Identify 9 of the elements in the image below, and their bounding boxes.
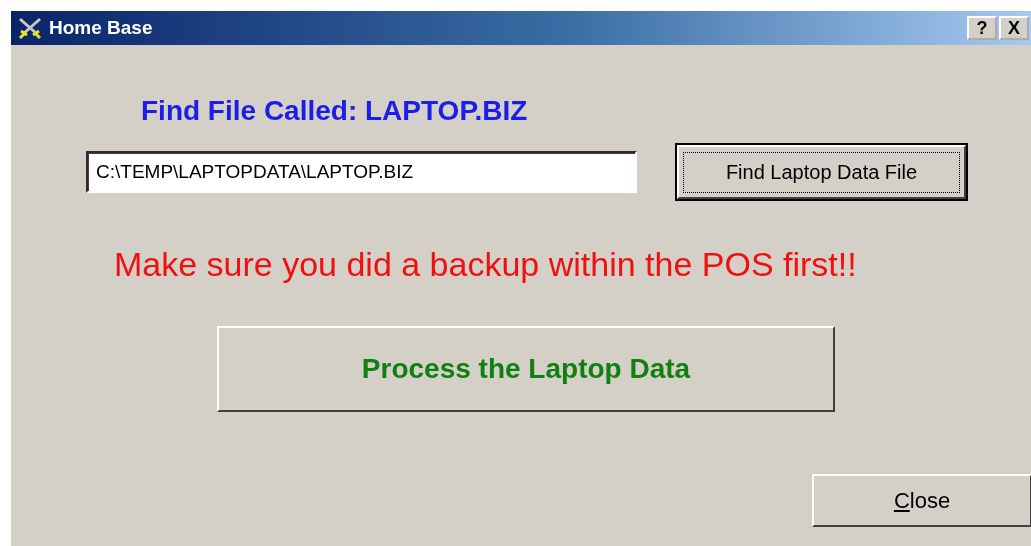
title-bar-button[interactable]: X: [999, 16, 1029, 40]
warning-message: Make sure you did a backup within the POS first!!: [114, 245, 857, 284]
file-path-field[interactable]: C:\TEMP\LAPTOPDATA\LAPTOP.BIZ: [86, 151, 637, 193]
crossed-swords-icon: [17, 17, 43, 39]
find-file-button[interactable]: Find Laptop Data File: [677, 145, 966, 199]
heading: Find File Called: LAPTOP.BIZ: [141, 95, 528, 127]
title-bar-button[interactable]: ?: [967, 16, 997, 40]
window-title: Home Base: [49, 17, 153, 39]
close-button[interactable]: Close: [812, 474, 1031, 527]
